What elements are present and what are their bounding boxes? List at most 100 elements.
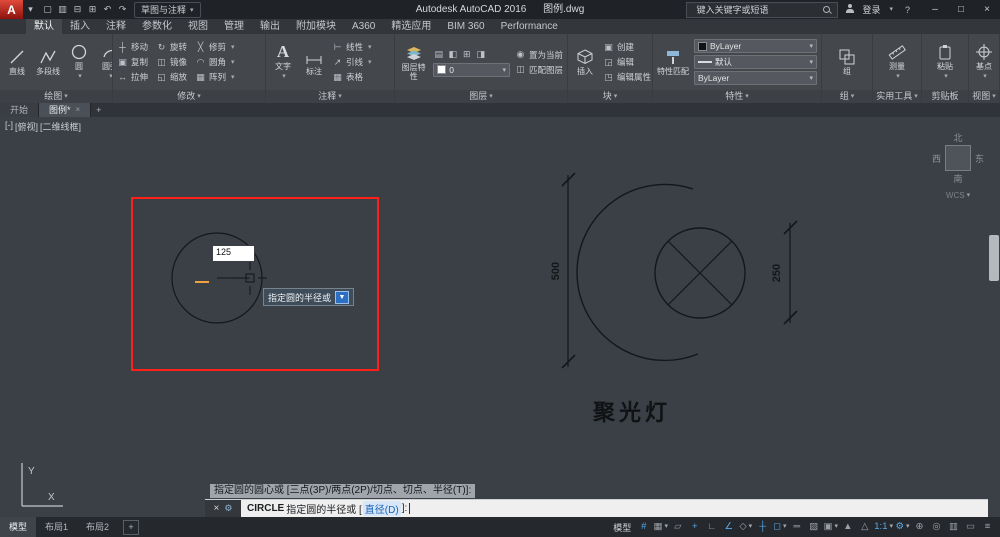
tool-move[interactable]: ┼移动 xyxy=(117,41,148,54)
ribbon-tab-annotate[interactable]: 注释 xyxy=(98,19,134,34)
plot-icon[interactable]: ⊞ xyxy=(85,4,100,15)
linetype-dropdown[interactable]: ByLayer ▾ xyxy=(694,71,817,85)
tool-insert-block[interactable]: 插入 xyxy=(572,48,598,76)
tool-trim[interactable]: ╳修剪 xyxy=(195,41,235,54)
tool-leader[interactable]: ↗引线 xyxy=(332,56,372,69)
ribbon-tab-insert[interactable]: 插入 xyxy=(62,19,98,34)
tool-create-block[interactable]: ▣创建 xyxy=(603,41,652,54)
model-space-button[interactable]: 模型 xyxy=(609,521,635,534)
annotation-visibility-icon[interactable]: ▲ xyxy=(839,518,856,536)
workspace-switcher[interactable]: 草图与注释 xyxy=(134,2,201,18)
ribbon-tab-parametric[interactable]: 参数化 xyxy=(134,19,180,34)
object-snap-icon[interactable]: ◻ xyxy=(771,518,788,536)
tool-measure[interactable]: 测量 xyxy=(884,43,910,81)
new-drawing-tab-button[interactable]: + xyxy=(91,103,106,117)
dynamic-input-field[interactable]: 125 xyxy=(212,245,255,262)
transparency-icon[interactable]: ▨ xyxy=(805,518,822,536)
selection-cycling-icon[interactable]: ▣ xyxy=(822,518,839,536)
isometric-drafting-icon[interactable]: ◇ xyxy=(737,518,754,536)
infer-constraints-icon[interactable]: ▱ xyxy=(669,518,686,536)
tool-layer-properties[interactable]: 图层特性 xyxy=(399,44,428,81)
tool-group[interactable]: 组 xyxy=(834,48,860,76)
tool-match-properties[interactable]: 特性匹配 xyxy=(657,48,689,76)
tool-copy[interactable]: ▣复制 xyxy=(117,56,148,69)
layout-tab-layout2[interactable]: 布局2 xyxy=(77,517,118,537)
panel-clipboard-label[interactable]: 剪贴板 xyxy=(922,90,968,103)
annotation-scale-button[interactable]: 1:1 xyxy=(873,518,894,536)
ribbon-tab-view[interactable]: 视图 xyxy=(180,19,216,34)
viewcube-top-face[interactable] xyxy=(945,145,971,171)
tool-edit-attributes[interactable]: ◳编辑属性 xyxy=(603,71,652,84)
signin-caret-icon[interactable] xyxy=(887,4,893,15)
drawing-area[interactable]: 500 250 聚光灯 Y X [-] [俯视] [二维线框] xyxy=(0,117,1000,517)
dimension-250[interactable] xyxy=(784,221,797,324)
redo-icon[interactable]: ↷ xyxy=(115,4,130,15)
open-file-icon[interactable]: ▥ xyxy=(55,4,70,15)
help-search-input[interactable]: 键入关键字或短语 xyxy=(686,2,838,18)
layout-tab-layout1[interactable]: 布局1 xyxy=(36,517,77,537)
layer-isolate-icon[interactable]: ◧ xyxy=(447,49,458,60)
viewcube-east[interactable]: 东 xyxy=(975,152,984,165)
object-color-dropdown[interactable]: ByLayer ▾ xyxy=(694,39,817,53)
minimize-button[interactable]: – xyxy=(922,0,948,19)
viewcube[interactable]: 北 西 东 南 WCS xyxy=(926,131,990,200)
ortho-mode-icon[interactable]: ∟ xyxy=(703,518,720,536)
ribbon-tab-featured-apps[interactable]: 精选应用 xyxy=(383,19,439,34)
help-icon[interactable]: ? xyxy=(900,5,915,15)
hardware-acceleration-icon[interactable]: ▥ xyxy=(945,518,962,536)
ribbon-tab-output[interactable]: 输出 xyxy=(252,19,288,34)
app-menu-caret-icon[interactable]: ▾ xyxy=(23,4,38,15)
file-tab-current[interactable]: 图例* × xyxy=(39,103,91,117)
panel-modify-label[interactable]: 修改 xyxy=(113,90,265,103)
maximize-button[interactable]: □ xyxy=(948,0,974,19)
navigation-bar[interactable] xyxy=(989,235,999,281)
layer-state-icon[interactable]: ▤ xyxy=(433,49,444,60)
tool-linear-dim[interactable]: ⊢线性 xyxy=(332,41,372,54)
layout-tab-model[interactable]: 模型 xyxy=(0,517,36,537)
lineweight-display-icon[interactable]: ═ xyxy=(788,518,805,536)
tool-edit-block[interactable]: ◲编辑 xyxy=(603,56,652,69)
viewport-menu-button[interactable]: [-] xyxy=(5,120,13,133)
dimension-500[interactable] xyxy=(562,173,575,368)
ribbon-tab-addins[interactable]: 附加模块 xyxy=(288,19,344,34)
panel-groups-label[interactable]: 组 xyxy=(822,90,872,103)
tool-base-point[interactable]: 基点 xyxy=(971,43,997,81)
ribbon-tab-bim360[interactable]: BIM 360 xyxy=(439,19,492,34)
search-icon[interactable] xyxy=(822,5,832,15)
tool-dimension[interactable]: 标注 xyxy=(301,48,327,76)
ribbon-tab-manage[interactable]: 管理 xyxy=(216,19,252,34)
panel-properties-label[interactable]: 特性 xyxy=(653,90,821,103)
tool-polyline[interactable]: 多段线 xyxy=(35,48,61,76)
ribbon-tab-performance[interactable]: Performance xyxy=(493,19,566,34)
panel-view-label[interactable]: 视图 xyxy=(969,90,999,103)
new-file-icon[interactable]: ▢ xyxy=(40,4,55,15)
file-tab-close-icon[interactable]: × xyxy=(76,103,81,117)
undo-icon[interactable]: ↶ xyxy=(100,4,115,15)
dynamic-input-icon[interactable]: + xyxy=(686,518,703,536)
layer-select-dropdown[interactable]: 0 ▾ xyxy=(433,63,510,77)
viewcube-south[interactable]: 南 xyxy=(926,172,990,185)
close-button[interactable]: × xyxy=(974,0,1000,19)
grid-toggle-icon[interactable]: # xyxy=(635,518,652,536)
tool-mirror[interactable]: ◫镜像 xyxy=(156,56,187,69)
lineweight-dropdown[interactable]: 默认 ▾ xyxy=(694,55,817,69)
command-input[interactable]: CIRCLE 指定圆的半径或 [ 直径(D) ]: xyxy=(241,500,988,517)
command-close-icon[interactable]: × xyxy=(214,503,220,514)
viewport-view-button[interactable]: [俯视] xyxy=(15,120,38,133)
command-customize-icon[interactable]: ⚙ xyxy=(224,503,232,514)
signin-button[interactable]: 登录 xyxy=(862,3,880,16)
tool-arc[interactable]: 圆弧 xyxy=(97,43,112,81)
customize-menu-icon[interactable]: ≡ xyxy=(979,518,996,536)
polar-tracking-icon[interactable]: ∠ xyxy=(720,518,737,536)
panel-block-label[interactable]: 块 xyxy=(568,90,652,103)
layer-freeze-icon[interactable]: ⊞ xyxy=(461,49,472,60)
new-layout-button[interactable]: + xyxy=(123,520,139,535)
tool-text[interactable]: A 文字 xyxy=(270,43,296,81)
panel-utilities-label[interactable]: 实用工具 xyxy=(873,90,921,103)
drawing-title-text[interactable]: 聚光灯 xyxy=(592,400,671,425)
tool-table[interactable]: ▦表格 xyxy=(332,71,372,84)
ribbon-tab-home[interactable]: 默认 xyxy=(26,19,62,34)
spotlight-arc[interactable] xyxy=(577,184,698,360)
viewport-visual-style-button[interactable]: [二维线框] xyxy=(40,120,81,133)
save-icon[interactable]: ⊟ xyxy=(70,4,85,15)
